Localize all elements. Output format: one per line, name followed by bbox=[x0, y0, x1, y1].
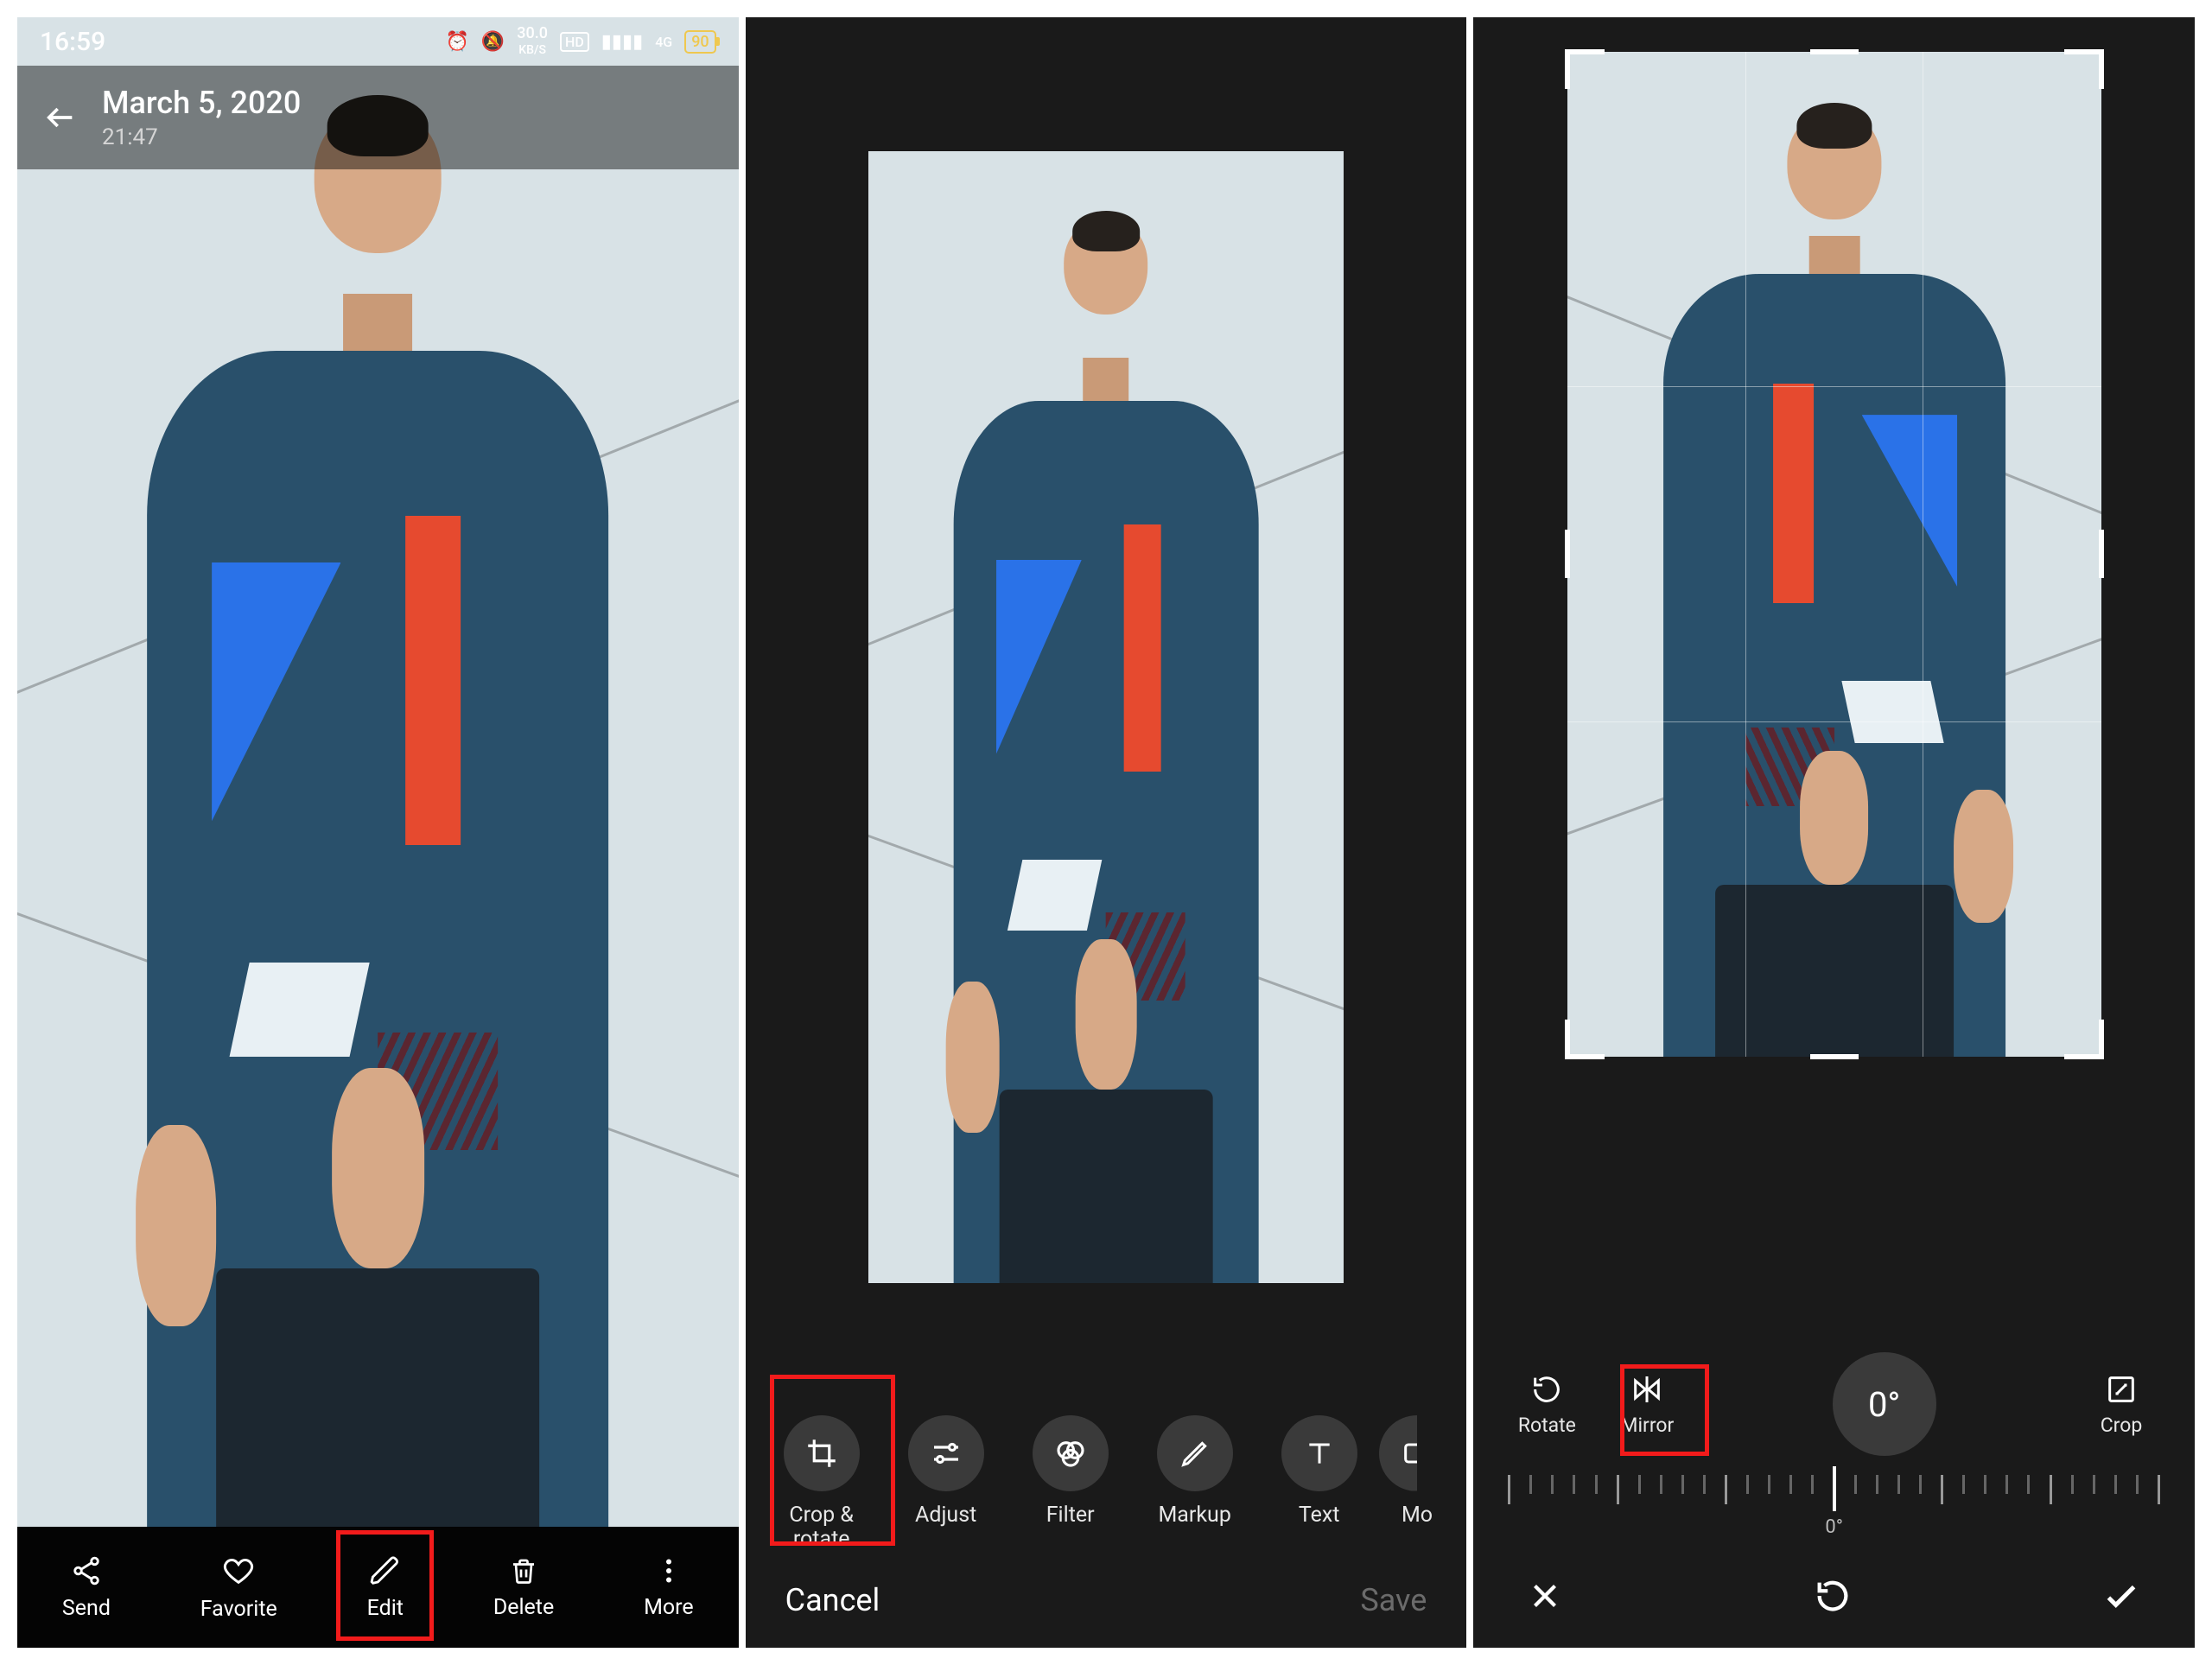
net-type: 4G bbox=[655, 34, 672, 50]
alarm-icon: ⏰ bbox=[445, 31, 468, 53]
crop-canvas-wrap bbox=[1473, 17, 2195, 1340]
send-button[interactable]: Send bbox=[62, 1554, 111, 1621]
crop-frame[interactable] bbox=[1567, 52, 2101, 1057]
crop-handle-bl[interactable] bbox=[1565, 1020, 1605, 1059]
back-button[interactable] bbox=[43, 100, 78, 135]
markup-icon bbox=[1157, 1415, 1233, 1491]
status-time: 16:59 bbox=[40, 27, 105, 57]
favorite-button[interactable]: Favorite bbox=[200, 1554, 277, 1622]
tool-more-label: Mo bbox=[1402, 1503, 1433, 1528]
tool-filter-label: Filter bbox=[1046, 1503, 1095, 1528]
screen-gallery-view: 16:59 ⏰ 🔕 30.0KB/S HD ▮▮▮▮ 4G 90 March 5… bbox=[17, 17, 739, 1648]
screen-crop-rotate: Rotate Mirror 0° Crop bbox=[1473, 17, 2195, 1648]
reset-button[interactable] bbox=[1813, 1576, 1853, 1616]
tool-text-label: Text bbox=[1299, 1503, 1340, 1528]
crop-expand-icon bbox=[2104, 1372, 2139, 1407]
more-label: More bbox=[644, 1595, 694, 1620]
editor-canvas[interactable] bbox=[868, 151, 1344, 1283]
crop-handle-br[interactable] bbox=[2064, 1020, 2104, 1059]
photo-preview[interactable] bbox=[17, 17, 739, 1527]
confirm-crop-button[interactable] bbox=[2100, 1574, 2143, 1617]
adjust-icon bbox=[908, 1415, 984, 1491]
editor-confirm-bar: Cancel Save bbox=[746, 1553, 1467, 1648]
crop-handle-left[interactable] bbox=[1565, 530, 1570, 578]
save-button[interactable]: Save bbox=[1360, 1582, 1427, 1618]
signal-icon: ▮▮▮▮ bbox=[601, 31, 643, 53]
crop-grid-v1 bbox=[1745, 52, 1746, 1057]
more-vertical-icon bbox=[653, 1555, 684, 1586]
delete-button[interactable]: Delete bbox=[493, 1555, 554, 1620]
hd-icon: HD bbox=[560, 32, 589, 52]
crop-handle-tl[interactable] bbox=[1565, 49, 1605, 89]
highlight-crop-rotate bbox=[770, 1375, 895, 1546]
crop-confirm-bar bbox=[1473, 1544, 2195, 1648]
favorite-label: Favorite bbox=[200, 1597, 277, 1622]
share-icon bbox=[70, 1554, 103, 1587]
tool-more-cutoff[interactable]: Mo bbox=[1392, 1415, 1443, 1528]
text-icon bbox=[1281, 1415, 1357, 1491]
photo-time: 21:47 bbox=[102, 124, 301, 150]
delete-label: Delete bbox=[493, 1595, 554, 1620]
crop-handle-right[interactable] bbox=[2099, 530, 2104, 578]
photo-info-header: March 5, 2020 21:47 bbox=[17, 66, 739, 169]
send-label: Send bbox=[62, 1596, 111, 1621]
highlight-mirror bbox=[1620, 1364, 1709, 1456]
crop-handle-tr[interactable] bbox=[2064, 49, 2104, 89]
trash-icon bbox=[508, 1555, 539, 1586]
net-speed: 30.0KB/S bbox=[517, 26, 548, 57]
ruler-center-tick bbox=[1833, 1466, 1836, 1511]
screen-editor-tools: Crop & rotate Adjust Filter Markup bbox=[746, 17, 1467, 1648]
crop-handle-bottom[interactable] bbox=[1810, 1054, 1859, 1059]
rotate-label: Rotate bbox=[1518, 1414, 1576, 1437]
tool-markup[interactable]: Markup bbox=[1143, 1415, 1247, 1528]
heart-icon bbox=[221, 1554, 256, 1588]
rotate-icon bbox=[1529, 1372, 1564, 1407]
tool-text[interactable]: Text bbox=[1268, 1415, 1371, 1528]
cancel-crop-button[interactable] bbox=[1525, 1576, 1565, 1616]
ruler-center-label: 0° bbox=[1825, 1516, 1843, 1538]
photo-date-block: March 5, 2020 21:47 bbox=[102, 85, 301, 150]
crop-grid-h2 bbox=[1567, 721, 2101, 722]
angle-ruler[interactable]: 0° bbox=[1473, 1466, 2195, 1544]
status-bar: 16:59 ⏰ 🔕 30.0KB/S HD ▮▮▮▮ 4G 90 bbox=[17, 17, 739, 66]
tool-markup-label: Markup bbox=[1158, 1503, 1230, 1528]
more-button[interactable]: More bbox=[644, 1555, 694, 1620]
cancel-button[interactable]: Cancel bbox=[785, 1582, 880, 1618]
photo-date: March 5, 2020 bbox=[102, 85, 301, 121]
more-tool-icon bbox=[1379, 1415, 1455, 1491]
mute-icon: 🔕 bbox=[481, 31, 505, 53]
status-icons: ⏰ 🔕 30.0KB/S HD ▮▮▮▮ 4G 90 bbox=[445, 26, 715, 57]
highlight-edit bbox=[336, 1530, 434, 1641]
editor-canvas-wrap bbox=[746, 17, 1467, 1400]
crop-handle-top[interactable] bbox=[1810, 49, 1859, 54]
crop-aspect-label: Crop bbox=[2101, 1414, 2143, 1437]
crop-tool-row: Rotate Mirror 0° Crop bbox=[1473, 1340, 2195, 1456]
crop-aspect-button[interactable]: Crop bbox=[2082, 1372, 2160, 1437]
tool-adjust-label: Adjust bbox=[915, 1503, 976, 1528]
battery-icon: 90 bbox=[684, 30, 715, 54]
crop-grid-h1 bbox=[1567, 386, 2101, 387]
tool-adjust[interactable]: Adjust bbox=[894, 1415, 998, 1528]
rotate-button[interactable]: Rotate bbox=[1508, 1372, 1586, 1437]
filter-icon bbox=[1033, 1415, 1109, 1491]
tool-filter[interactable]: Filter bbox=[1019, 1415, 1122, 1528]
angle-indicator[interactable]: 0° bbox=[1833, 1352, 1936, 1456]
